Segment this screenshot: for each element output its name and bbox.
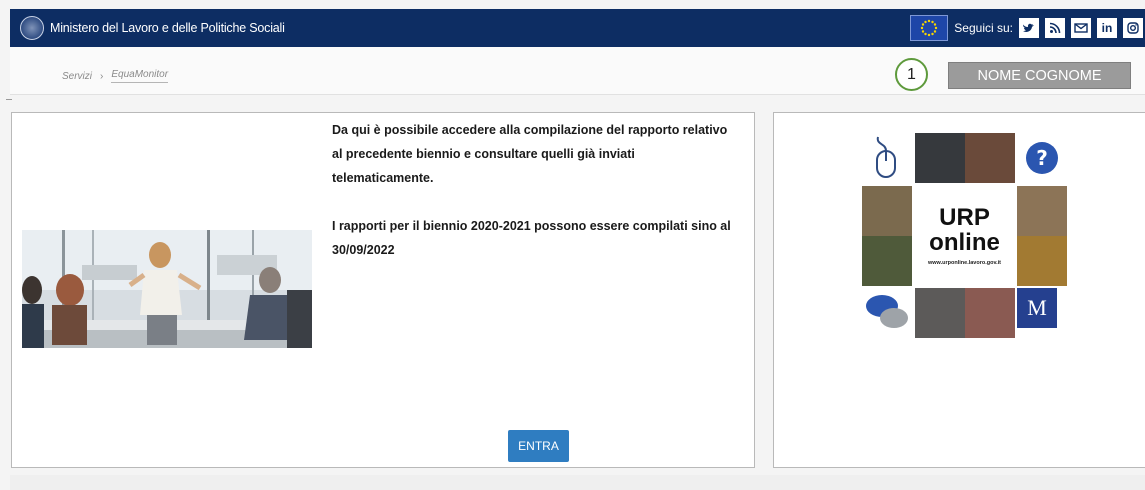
step-number-badge: 1 [895, 58, 928, 91]
breadcrumb-item-servizi[interactable]: Servizi [62, 71, 92, 82]
republic-emblem-icon [20, 16, 44, 40]
top-header-bar: Ministero del Lavoro e delle Politiche S… [10, 9, 1145, 47]
photo-tile [915, 133, 965, 183]
social-links: Seguici su: in [910, 9, 1145, 47]
sub-header: Servizi › EquaMonitor 1 NOME COGNOME [10, 47, 1145, 95]
urp-online-banner[interactable]: ? URP online www.urponline.lavoro.gov.it… [862, 133, 1067, 338]
rss-icon[interactable] [1045, 18, 1065, 38]
twitter-icon[interactable] [1019, 18, 1039, 38]
photo-tile [1017, 186, 1067, 236]
mouse-icon [862, 133, 912, 183]
breadcrumb-separator: › [100, 70, 104, 82]
intro-paragraph-access: Da qui è possibile accedere alla compila… [332, 123, 728, 185]
intro-paragraph-deadline: I rapporti per il biennio 2020-2021 poss… [332, 219, 731, 257]
photo-tile [862, 236, 912, 286]
intro-text: Da qui è possibile accedere alla compila… [332, 118, 737, 286]
photo-tile [915, 288, 965, 338]
ministry-logo: M [1017, 288, 1057, 328]
linkedin-icon[interactable]: in [1097, 18, 1117, 38]
divider [6, 99, 12, 100]
question-mark-icon: ? [1017, 133, 1067, 183]
footer-strip [10, 475, 1145, 490]
enter-button[interactable]: ENTRA [508, 430, 569, 462]
site-title[interactable]: Ministero del Lavoro e delle Politiche S… [50, 21, 285, 35]
photo-tile [862, 186, 912, 236]
urp-center-block: URP online www.urponline.lavoro.gov.it [915, 186, 1014, 285]
svg-text:?: ? [1036, 146, 1048, 170]
photo-tile [965, 288, 1015, 338]
breadcrumb: Servizi › EquaMonitor [62, 69, 169, 83]
chat-bubbles-icon [862, 288, 912, 338]
photo-tile [1017, 236, 1067, 286]
urp-panel: ? URP online www.urponline.lavoro.gov.it… [773, 112, 1145, 468]
eu-flag-icon [910, 15, 949, 41]
main-panel: Da qui è possibile accedere alla compila… [11, 112, 755, 468]
urp-url: www.urponline.lavoro.gov.it [927, 260, 1002, 266]
urp-subtitle: online [929, 229, 1000, 256]
email-icon[interactable] [1071, 18, 1091, 38]
follow-label: Seguici su: [954, 21, 1013, 35]
instagram-icon[interactable] [1123, 18, 1143, 38]
breadcrumb-item-equamonitor[interactable]: EquaMonitor [111, 69, 169, 83]
user-name-button[interactable]: NOME COGNOME [948, 62, 1131, 89]
urp-title: URP [939, 204, 990, 231]
photo-tile [965, 133, 1015, 183]
office-meeting-photo [22, 230, 312, 348]
